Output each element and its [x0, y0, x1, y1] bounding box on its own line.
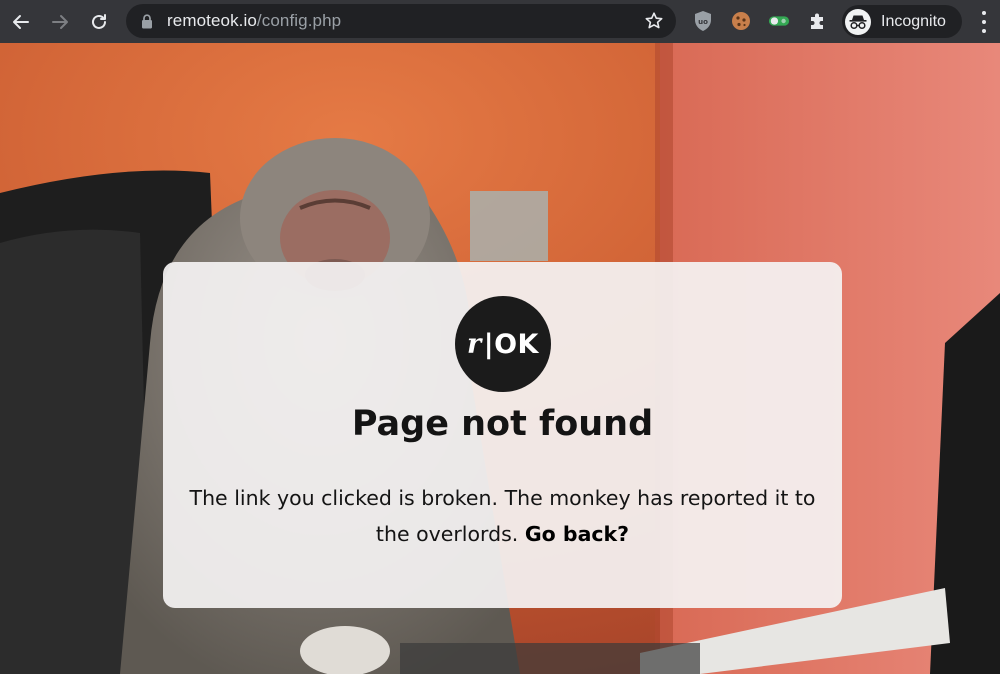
reload-icon: [92, 13, 106, 29]
not-found-card: r |OK Page not found The link you clicked…: [163, 262, 842, 608]
puzzle-icon[interactable]: [807, 10, 829, 32]
url-text: remoteok.io/config.php: [167, 11, 341, 31]
url-path: /config.php: [256, 11, 342, 30]
page-title: Page not found: [351, 404, 654, 444]
page-viewport: r |OK Page not found The link you clicked…: [0, 43, 1000, 674]
url-host: remoteok.io: [167, 11, 257, 30]
reload-button[interactable]: [84, 7, 114, 37]
lock-icon[interactable]: [141, 13, 155, 29]
logo-ok: |OK: [483, 328, 539, 360]
cookie-icon[interactable]: [730, 10, 752, 32]
star-icon[interactable]: [644, 11, 664, 31]
go-back-link[interactable]: Go back?: [525, 522, 629, 546]
error-message: The link you clicked is broken. The monk…: [183, 480, 822, 552]
forward-button[interactable]: [45, 7, 75, 37]
svg-text:uo: uo: [698, 18, 708, 26]
back-arrow-icon: [13, 14, 29, 29]
back-button[interactable]: [6, 7, 36, 37]
error-message-text: The link you clicked is broken. The monk…: [189, 486, 816, 546]
ublock-icon[interactable]: uo: [692, 10, 714, 32]
forward-arrow-icon: [52, 14, 68, 29]
incognito-profile-button[interactable]: Incognito: [842, 5, 962, 38]
incognito-icon: [845, 8, 871, 35]
toggle-icon[interactable]: [768, 10, 790, 32]
profile-label: Incognito: [881, 12, 946, 30]
logo-r: r: [467, 328, 482, 360]
remoteok-logo[interactable]: r |OK: [455, 296, 551, 392]
browser-toolbar: remoteok.io/config.php uo Incognito: [0, 0, 1000, 43]
kebab-menu-icon[interactable]: [978, 11, 990, 33]
address-bar[interactable]: remoteok.io/config.php: [126, 4, 676, 38]
